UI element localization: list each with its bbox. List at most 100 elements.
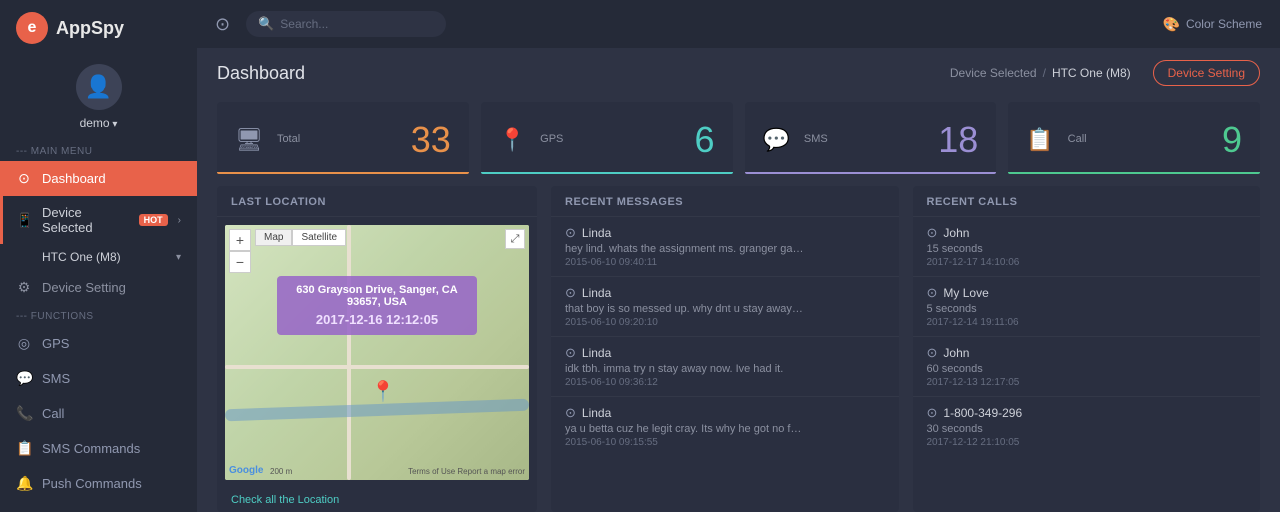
sms-commands-icon: 📋	[16, 440, 32, 457]
stats-row: 🖥 Total 33 📍 GPS 6 💬 SMS 18 📋	[197, 94, 1280, 186]
sidebar-item-label: Device Setting	[42, 280, 181, 295]
msg-date-3: 2015-06-10 09:36:12	[565, 377, 885, 388]
topbar-right: 🎨 Color Scheme	[1163, 16, 1262, 33]
avatar: 👤	[76, 64, 122, 110]
search-input[interactable]	[280, 17, 410, 31]
call-name-4: ⊙ 1-800-349-296	[927, 405, 1247, 421]
call-item-2[interactable]: ⊙ My Love 5 seconds 2017-12-14 19:11:06	[913, 277, 1261, 337]
call-icon: 📞	[16, 405, 32, 422]
sidebar-item-label: Call	[42, 406, 181, 421]
sms-icon: 💬	[16, 370, 32, 387]
sidebar-item-call[interactable]: 📞 Call	[0, 396, 197, 431]
msg-date-1: 2015-06-10 09:40:11	[565, 257, 885, 268]
back-button[interactable]: ⊙	[215, 14, 230, 35]
map-zoom-out[interactable]: −	[229, 251, 251, 273]
message-item-4[interactable]: ⊙ Linda ya u betta cuz he legit cray. It…	[551, 397, 899, 456]
sidebar-item-label: SMS	[42, 371, 181, 386]
call-stat-icon: 📋	[1026, 127, 1053, 153]
msg-sender-3: ⊙ Linda	[565, 345, 885, 361]
device-name: HTC One (M8)	[42, 250, 121, 264]
sidebar-item-dashboard[interactable]: ⊙ Dashboard	[0, 161, 197, 196]
stat-label-gps: GPS	[540, 133, 680, 145]
stat-card-call: 📋 Call 9	[1008, 102, 1260, 174]
stat-bar-gps	[481, 172, 733, 174]
msg-date-2: 2015-06-10 09:20:10	[565, 317, 885, 328]
map-background: + − Map Satellite ⤢ 630 Grayson Drive, S…	[225, 225, 529, 480]
call-date-1: 2017-12-17 14:10:06	[927, 257, 1247, 268]
call-date-4: 2017-12-12 21:10:05	[927, 437, 1247, 448]
breadcrumb: Device Selected / HTC One (M8)	[950, 66, 1131, 80]
call-item-3[interactable]: ⊙ John 60 seconds 2017-12-13 12:17:05	[913, 337, 1261, 397]
logo-icon: e	[16, 12, 48, 44]
call-contact-2: My Love	[943, 286, 988, 300]
map-zoom-in[interactable]: +	[229, 229, 251, 251]
stat-info-sms: SMS	[804, 133, 924, 147]
messages-panel: RECENT MESSAGES ⊙ Linda hey lind. whats …	[551, 186, 899, 512]
page-title: Dashboard	[217, 63, 305, 84]
call-item-1[interactable]: ⊙ John 15 seconds 2017-12-17 14:10:06	[913, 217, 1261, 277]
map-terms[interactable]: Terms of Use Report a map error	[408, 467, 525, 476]
color-scheme-button[interactable]: 🎨 Color Scheme	[1163, 16, 1262, 33]
message-item-3[interactable]: ⊙ Linda idk tbh. imma try n stay away no…	[551, 337, 899, 397]
stat-label-sms: SMS	[804, 133, 924, 145]
call-icon-4: ⊙	[927, 405, 938, 421]
dashboard-icon: ⊙	[16, 170, 32, 187]
sidebar-item-device-setting[interactable]: ⚙ Device Setting	[0, 270, 197, 305]
call-contact-1: John	[943, 226, 969, 240]
sidebar-item-label: Device Selected	[42, 205, 129, 235]
chevron-down-icon: ▾	[176, 252, 181, 263]
map-popup-address: 630 Grayson Drive, Sanger, CA 93657, USA	[289, 284, 465, 308]
user-avatar-area: 👤 demo	[0, 56, 197, 140]
messages-list: ⊙ Linda hey lind. whats the assignment m…	[551, 217, 899, 456]
call-date-2: 2017-12-14 19:11:06	[927, 317, 1247, 328]
bottom-panels: LAST LOCATION + − Map Satellite ⤢	[197, 186, 1280, 512]
sidebar-item-sms[interactable]: 💬 SMS	[0, 361, 197, 396]
call-icon-2: ⊙	[927, 285, 938, 301]
map-popup-date: 2017-12-16 12:12:05	[289, 312, 465, 327]
stat-bar-call	[1008, 172, 1260, 174]
app-name: AppSpy	[56, 18, 124, 39]
breadcrumb-device: Device Selected	[950, 66, 1037, 80]
map-type-map[interactable]: Map	[255, 229, 292, 246]
gps-stat-icon: 📍	[499, 127, 526, 153]
map-scale: 200 m	[270, 467, 292, 476]
sidebar-item-sms-commands[interactable]: 📋 SMS Commands	[0, 431, 197, 466]
map-panel: LAST LOCATION + − Map Satellite ⤢	[217, 186, 537, 512]
stat-bar-sms	[745, 172, 997, 174]
map-type-satellite[interactable]: Satellite	[292, 229, 346, 246]
user-name[interactable]: demo	[80, 116, 118, 130]
message-item-2[interactable]: ⊙ Linda that boy is so messed up. why dn…	[551, 277, 899, 337]
map-fullscreen-button[interactable]: ⤢	[505, 229, 525, 249]
message-item-1[interactable]: ⊙ Linda hey lind. whats the assignment m…	[551, 217, 899, 277]
palette-icon: 🎨	[1163, 16, 1180, 33]
sidebar-item-device-selected[interactable]: 📱 Device Selected HOT ›	[0, 196, 197, 244]
msg-sender-4: ⊙ Linda	[565, 405, 885, 421]
stat-card-gps: 📍 GPS 6	[481, 102, 733, 174]
call-duration-1: 15 seconds	[927, 243, 1247, 255]
map-logo: Google	[229, 465, 263, 476]
msg-sender-name-3: Linda	[582, 346, 611, 360]
map-check-link[interactable]: Check all the Location	[217, 488, 537, 512]
sidebar: e AppSpy 👤 demo --- MAIN MENU ⊙ Dashboar…	[0, 0, 197, 512]
call-item-4[interactable]: ⊙ 1-800-349-296 30 seconds 2017-12-12 21…	[913, 397, 1261, 456]
device-setting-button[interactable]: Device Setting	[1153, 60, 1260, 86]
main-menu-label: --- MAIN MENU	[0, 140, 197, 161]
stat-card-sms: 💬 SMS 18	[745, 102, 997, 174]
stat-info-total: Total	[277, 133, 397, 147]
search-box: 🔍	[246, 11, 446, 37]
msg-sender-icon-2: ⊙	[565, 285, 576, 301]
call-icon-1: ⊙	[927, 225, 938, 241]
stat-info-gps: GPS	[540, 133, 680, 147]
sidebar-item-gps[interactable]: ◎ GPS	[0, 326, 197, 361]
breadcrumb-separator: /	[1043, 66, 1046, 80]
map-marker: 📍	[371, 379, 396, 404]
calls-list: ⊙ John 15 seconds 2017-12-17 14:10:06 ⊙ …	[913, 217, 1261, 456]
push-commands-icon: 🔔	[16, 475, 32, 492]
call-date-3: 2017-12-13 12:17:05	[927, 377, 1247, 388]
sidebar-device-sub[interactable]: HTC One (M8) ▾	[0, 244, 197, 270]
search-icon: 🔍	[258, 16, 274, 32]
sidebar-item-push-commands[interactable]: 🔔 Push Commands	[0, 466, 197, 501]
msg-text-3: idk tbh. imma try n stay away now. Ive h…	[565, 363, 805, 375]
sidebar-item-label: GPS	[42, 336, 181, 351]
map-container[interactable]: + − Map Satellite ⤢ 630 Grayson Drive, S…	[225, 225, 529, 480]
